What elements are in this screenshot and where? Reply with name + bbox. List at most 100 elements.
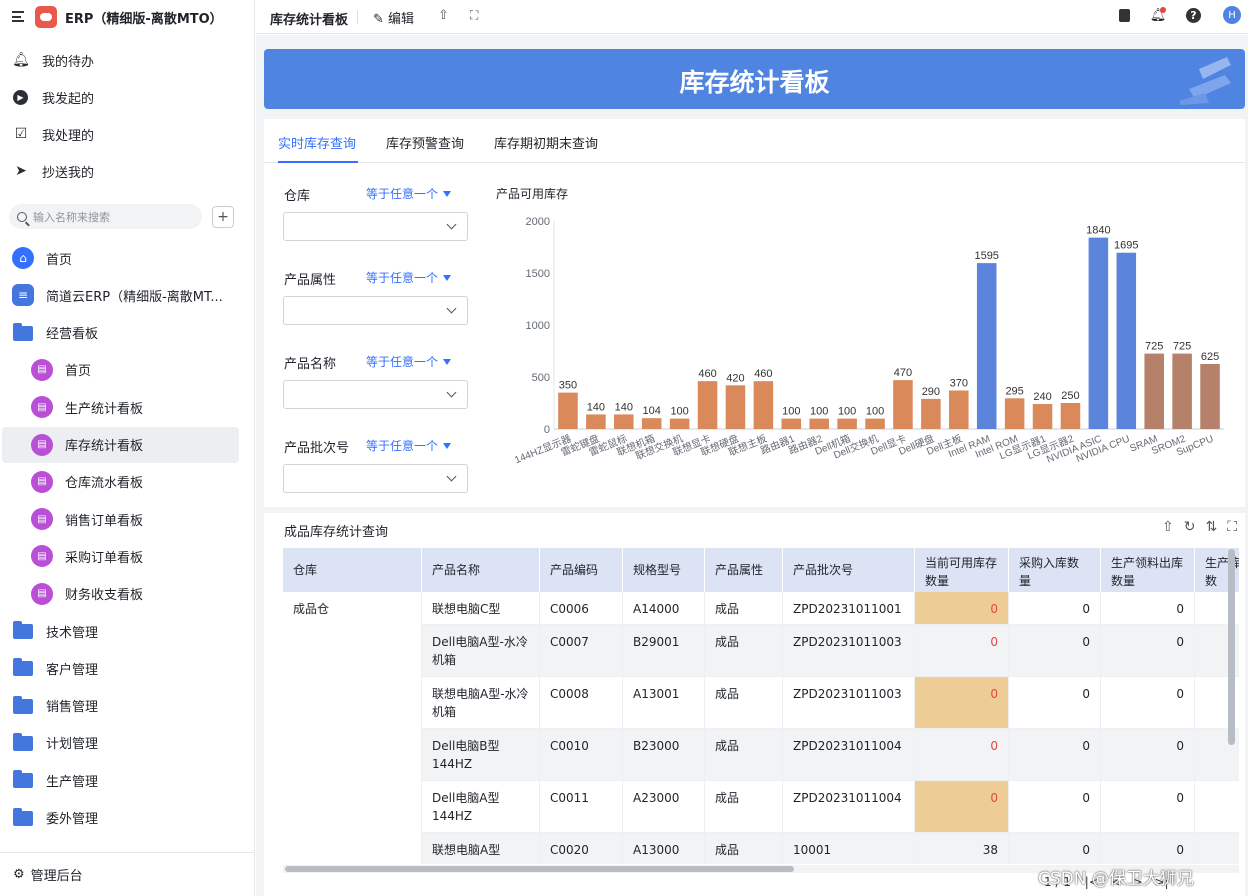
tree-item-14[interactable]: 生产管理: [0, 762, 254, 798]
menu-icon[interactable]: [12, 11, 24, 22]
tree-item-3[interactable]: ▤ 首页: [0, 352, 254, 388]
dashboard-icon: ▤: [31, 470, 53, 493]
tree-item-7[interactable]: ▤ 销售订单看板: [0, 501, 254, 537]
bar: [976, 263, 997, 429]
vertical-scrollbar[interactable]: [1228, 549, 1235, 745]
column-header[interactable]: 产品编码: [540, 548, 623, 592]
sidebar-item-0[interactable]: 🔔︎ 我的待办: [0, 42, 254, 78]
table-cell: 0: [1009, 781, 1101, 833]
sidebar-item-1[interactable]: ▶ 我发起的: [0, 79, 254, 115]
bar: [1032, 404, 1053, 429]
column-header[interactable]: 产品批次号: [783, 548, 915, 592]
data-label: 140: [615, 401, 633, 413]
table-cell: 0: [1101, 833, 1195, 864]
bar: [1060, 403, 1081, 429]
filter-label: 产品名称: [284, 357, 337, 372]
data-label: 100: [810, 406, 828, 418]
table-toolbar: ⇧ ↻ ⇅ ⛶: [1162, 519, 1237, 535]
tree-item-label: 技术管理: [46, 625, 99, 641]
edit-button[interactable]: ✎ 编辑: [373, 8, 414, 27]
sidebar-item-3[interactable]: ➤ 抄送我的: [0, 153, 254, 189]
table-cell: Dell电脑A型-水冷机箱: [422, 625, 540, 677]
filter-operator-dropdown[interactable]: 等于任意一个: [366, 185, 451, 202]
bar: [809, 418, 829, 429]
data-label: 1595: [974, 250, 998, 262]
sort-icon[interactable]: ⇅: [1205, 519, 1217, 535]
filter-label: 产品批次号: [284, 441, 350, 456]
search-input[interactable]: 输入名称来搜索: [9, 204, 202, 229]
app-title[interactable]: ERP（精细版-离散MTO）: [65, 8, 223, 27]
filter-select[interactable]: [283, 380, 468, 409]
tree-item-1[interactable]: ≡ 简道云ERP（精细版-离散MT...: [0, 277, 254, 313]
help-icon[interactable]: ?: [1186, 8, 1201, 23]
tree-item-label: 销售订单看板: [65, 513, 144, 529]
column-header[interactable]: 规格型号: [623, 548, 705, 592]
filter-label: 仓库: [284, 189, 311, 204]
sidebar-item-2[interactable]: ☑ 我处理的: [0, 116, 254, 152]
column-header[interactable]: 采购入库数量: [1009, 548, 1101, 592]
bar: [586, 414, 606, 429]
bar: [1200, 364, 1220, 429]
column-header[interactable]: 产品属性: [705, 548, 783, 592]
filter-select[interactable]: [283, 464, 468, 493]
table-cell: 0: [1009, 729, 1101, 781]
admin-backend-link[interactable]: ⚙ 管理后台: [0, 852, 254, 896]
fullscreen-icon[interactable]: ⛶: [1227, 519, 1237, 535]
tree-item-9[interactable]: ▤ 财务收支看板: [0, 576, 254, 612]
document-icon: ≡: [12, 284, 34, 307]
column-header[interactable]: 产品名称: [422, 548, 540, 592]
tree-item-15[interactable]: 委外管理: [0, 800, 254, 836]
y-tick-label: 500: [532, 372, 550, 384]
table-cell: 0: [915, 677, 1009, 729]
column-header[interactable]: 生产领料出库数量: [1101, 548, 1195, 592]
data-label: 104: [643, 405, 661, 417]
tree-item-4[interactable]: ▤ 生产统计看板: [0, 389, 254, 425]
column-header[interactable]: 当前可用库存数量: [915, 548, 1009, 592]
avatar[interactable]: H: [1223, 6, 1241, 24]
app-logo: [35, 6, 57, 28]
export-icon[interactable]: ⇧: [1162, 519, 1174, 535]
tree-item-0[interactable]: ⌂ 首页: [0, 240, 254, 276]
data-label: 240: [1033, 391, 1051, 403]
folder-icon: [13, 770, 33, 789]
filter-operator-dropdown[interactable]: 等于任意一个: [366, 269, 451, 286]
y-tick-label: 1500: [526, 268, 550, 280]
tree-item-10[interactable]: 技术管理: [0, 613, 254, 649]
table-cell: 0: [1101, 677, 1195, 729]
sidebar: ERP（精细版-离散MTO） 🔔︎ 我的待办 ▶ 我发起的 ☑ 我处理的 ➤ 抄送我的 输入名…: [0, 0, 255, 896]
dashboard-icon: ▤: [31, 396, 53, 419]
tree-item-5[interactable]: ▤ 库存统计看板: [2, 426, 239, 463]
dashboard-icon: ▤: [31, 545, 53, 568]
filter-select[interactable]: [283, 296, 468, 325]
share-icon[interactable]: ⇧: [438, 8, 449, 23]
filter-select[interactable]: [283, 212, 468, 241]
tree-item-8[interactable]: ▤ 采购订单看板: [0, 538, 254, 574]
table-title: 成品库存统计查询: [284, 525, 389, 540]
refresh-icon[interactable]: ↻: [1184, 519, 1196, 535]
tree-item-2[interactable]: 经营看板: [0, 315, 254, 351]
calendar-check-icon: ☑: [14, 126, 28, 142]
divider: [357, 10, 358, 24]
filter-operator-dropdown[interactable]: 等于任意一个: [366, 353, 451, 370]
bar: [837, 418, 857, 429]
tree-item-11[interactable]: 客户管理: [0, 650, 254, 686]
tab-realtime-inventory[interactable]: 实时库存查询: [278, 133, 356, 152]
filter-label: 产品属性: [284, 273, 337, 288]
notification-icon[interactable]: 🔔︎: [1150, 7, 1166, 23]
tab-inventory-warning[interactable]: 库存预警查询: [386, 133, 464, 152]
available-inventory-bar-chart: 0500100015002000350144HZ显示器140雷蛇键盘140雷蛇鼠…: [513, 216, 1224, 466]
add-button[interactable]: +: [212, 206, 234, 228]
active-tab-indicator: [278, 161, 358, 163]
column-header[interactable]: 仓库: [283, 548, 422, 592]
tab-inventory-period[interactable]: 库存期初期末查询: [494, 133, 598, 152]
book-icon[interactable]: [1116, 7, 1132, 23]
folder-icon: [13, 732, 33, 751]
tree-item-13[interactable]: 计划管理: [0, 725, 254, 761]
tree-item-6[interactable]: ▤ 仓库流水看板: [0, 464, 254, 500]
filter-operator-dropdown[interactable]: 等于任意一个: [366, 437, 451, 454]
table-cell: C0020: [540, 833, 623, 864]
fullscreen-icon[interactable]: ⛶: [470, 8, 478, 23]
scrollbar-thumb[interactable]: [285, 866, 794, 872]
sidebar-item-label: 抄送我的: [42, 165, 95, 181]
tree-item-12[interactable]: 销售管理: [0, 688, 254, 724]
